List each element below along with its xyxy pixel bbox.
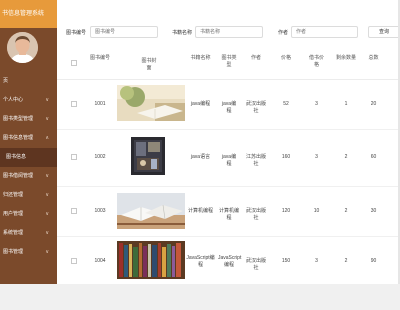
sidebar: 书信息管理系统 页 个人中心 ∨ 图书类型管理 ∨ 图书信息管理 ∧ 图书信息 图书借…: [0, 0, 57, 284]
cell-book-no: 1001: [94, 101, 106, 107]
col-remaining[interactable]: 剩余数量: [336, 55, 356, 62]
col-author[interactable]: 作者: [248, 55, 264, 62]
book-no-input[interactable]: [90, 26, 158, 38]
chevron-down-icon: ∨: [45, 230, 49, 236]
cell-count: 30: [370, 208, 377, 214]
col-name[interactable]: 书籍名称: [188, 55, 213, 62]
book-cover-image[interactable]: [131, 137, 165, 175]
cell-price: 160: [281, 154, 291, 160]
cell-book-no: 1004: [94, 258, 106, 264]
sidebar-item-book-type[interactable]: 图书类型管理 ∨: [0, 110, 57, 129]
cell-name: java编程: [190, 101, 211, 107]
table-row[interactable]: 1003 计算机编程 计算机编程 武汉出版社 120 10 2 30: [57, 187, 400, 237]
system-title: 书信息管理系统: [0, 0, 57, 28]
book-cover-image[interactable]: [117, 241, 185, 279]
book-cover-image[interactable]: [117, 193, 185, 229]
cell-type: java编程: [221, 154, 237, 167]
search-bar: 图书编号 书籍名称 作者 查询: [57, 0, 400, 42]
chevron-down-icon: ∨: [45, 211, 49, 217]
cell-count: 90: [370, 258, 377, 264]
cell-count: 20: [370, 101, 377, 107]
sidebar-item-user[interactable]: 用户管理 ∨: [0, 205, 57, 224]
cell-author: 江苏出版社: [245, 154, 266, 167]
search-button[interactable]: 查询: [368, 26, 400, 38]
cell-name: 计算机编程: [188, 208, 214, 214]
cell-author: 武汉出版社: [245, 101, 266, 114]
cell-borrow-price: 3: [315, 154, 318, 160]
table-row[interactable]: 1004 JavaScript编程 JavaScript编程 武汉出版社 150…: [57, 237, 400, 284]
author-input[interactable]: [291, 26, 358, 38]
book-cover-image[interactable]: [117, 85, 185, 121]
sidebar-item-book-info-manage[interactable]: 图书信息管理 ∧: [0, 129, 57, 148]
table-row[interactable]: 1002 java语言 java编程 江苏出版社 160 3 2 60: [57, 130, 400, 187]
cell-remaining: 2: [344, 154, 348, 160]
sidebar-item-label: 用户管理: [3, 211, 24, 217]
col-borrow-price[interactable]: 借书价格: [308, 55, 325, 69]
chevron-up-icon: ∧: [45, 135, 49, 141]
cell-book-no: 1003: [94, 208, 106, 214]
avatar[interactable]: [7, 32, 38, 63]
sidebar-menu: 页 个人中心 ∨ 图书类型管理 ∨ 图书信息管理 ∧ 图书信息 图书借阅管理 ∨ 归还管…: [0, 72, 57, 262]
cell-type: java编程: [221, 101, 237, 114]
sidebar-item-borrow[interactable]: 图书借阅管理 ∨: [0, 167, 57, 186]
sidebar-item-label: 图书借阅管理: [3, 173, 34, 179]
row-checkbox[interactable]: [71, 258, 77, 264]
book-name-label: 书籍名称: [172, 30, 193, 36]
chevron-down-icon: ∨: [45, 173, 49, 179]
cell-book-no: 1002: [94, 154, 106, 160]
sidebar-item-system[interactable]: 系统管理 ∨: [0, 224, 57, 243]
sidebar-item-book-manage[interactable]: 图书管理 ∨: [0, 243, 57, 262]
sidebar-item-home[interactable]: 页: [0, 72, 57, 91]
cell-count: 60: [370, 154, 377, 160]
cell-remaining: 2: [344, 258, 348, 264]
cell-name: JavaScript编程: [186, 255, 215, 268]
sidebar-item-personal-center[interactable]: 个人中心 ∨: [0, 91, 57, 110]
chevron-down-icon: ∨: [45, 116, 49, 122]
chevron-down-icon: ∨: [45, 192, 49, 198]
cell-type: JavaScript编程: [218, 255, 242, 268]
select-all-checkbox[interactable]: [71, 60, 77, 66]
app-window: 书信息管理系统 页 个人中心 ∨ 图书类型管理 ∨ 图书信息管理 ∧ 图书信息 图书借…: [0, 0, 400, 310]
book-name-input[interactable]: [195, 26, 263, 38]
col-type[interactable]: 图书类型: [220, 55, 238, 69]
sidebar-item-label: 图书管理: [3, 249, 24, 255]
cell-author: 武汉出版社: [245, 208, 266, 221]
table-row[interactable]: 1001 java编程 java编程 武汉出版社 52 3 1 20: [57, 80, 400, 130]
sidebar-item-label: 图书信息管理: [3, 135, 34, 141]
sidebar-item-label: 归还管理: [3, 192, 24, 198]
cell-borrow-price: 3: [315, 101, 318, 107]
chevron-down-icon: ∨: [45, 249, 49, 255]
sidebar-item-label: 页: [3, 78, 9, 84]
cell-price: 150: [281, 258, 291, 264]
col-cover: 图书封面: [141, 58, 157, 71]
cell-name: java语言: [190, 154, 211, 160]
col-price[interactable]: 价格: [280, 55, 292, 62]
cell-type: 计算机编程: [219, 208, 240, 221]
author-label: 作者: [278, 30, 289, 36]
sidebar-subitem-book-info[interactable]: 图书信息: [0, 148, 57, 167]
table-header: 图书编号 图书封面 书籍名称 图书类型 作者 价格 借书价格 剩余数量 总数: [57, 42, 400, 80]
cell-borrow-price: 10: [313, 208, 320, 214]
sidebar-item-label: 系统管理: [3, 230, 24, 236]
cell-remaining: 2: [344, 208, 348, 214]
sidebar-item-label: 图书类型管理: [3, 116, 34, 122]
chevron-down-icon: ∨: [45, 97, 49, 103]
col-book-no[interactable]: 图书编号: [90, 55, 110, 62]
sidebar-item-label: 图书信息: [6, 154, 27, 160]
row-checkbox[interactable]: [71, 101, 77, 107]
cell-price: 120: [281, 208, 291, 214]
row-checkbox[interactable]: [71, 208, 77, 214]
sidebar-item-return[interactable]: 归还管理 ∨: [0, 186, 57, 205]
cell-borrow-price: 3: [315, 258, 318, 264]
main-panel: 图书编号 书籍名称 作者 查询 图书编号 图书封面 书籍名称 图书类型 作者 价…: [57, 0, 400, 284]
row-checkbox[interactable]: [71, 154, 77, 160]
book-no-label: 图书编号: [66, 30, 87, 36]
cell-price: 52: [283, 101, 289, 107]
cell-remaining: 1: [344, 101, 348, 107]
sidebar-item-label: 个人中心: [3, 97, 24, 103]
col-count[interactable]: 总数: [365, 55, 382, 62]
book-table: 图书编号 图书封面 书籍名称 图书类型 作者 价格 借书价格 剩余数量 总数 1…: [57, 42, 400, 284]
cell-author: 武汉出版社: [245, 258, 266, 271]
